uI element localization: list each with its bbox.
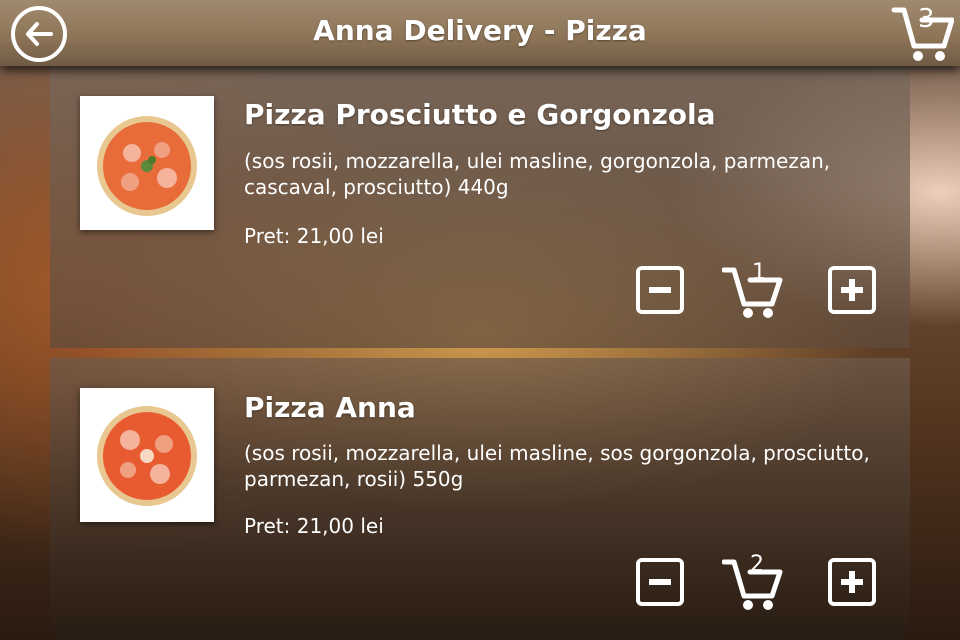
top-bar: Anna Delivery - Pizza 3 xyxy=(0,0,960,66)
plus-icon xyxy=(841,279,863,301)
product-description: (sos rosii, mozzarella, ulei masline, so… xyxy=(244,441,870,491)
product-image xyxy=(80,388,214,522)
item-quantity: 2 xyxy=(750,552,764,577)
decrease-quantity-button[interactable] xyxy=(636,266,684,314)
cart-count-badge: 3 xyxy=(918,4,935,34)
product-name: Pizza Anna xyxy=(244,391,416,424)
decrease-quantity-button[interactable] xyxy=(636,558,684,606)
product-name: Pizza Prosciutto e Gorgonzola xyxy=(244,98,716,131)
product-card: Pizza Prosciutto e Gorgonzola (sos rosii… xyxy=(50,62,910,348)
page-title: Anna Delivery - Pizza xyxy=(313,14,647,47)
product-description: (sos rosii, mozzarella, ulei masline, go… xyxy=(244,149,831,199)
product-image xyxy=(80,96,214,230)
increase-quantity-button[interactable] xyxy=(828,266,876,314)
product-price: Pret: 21,00 lei xyxy=(244,514,384,538)
plus-icon xyxy=(841,571,863,593)
minus-icon xyxy=(649,287,671,293)
item-quantity: 1 xyxy=(752,260,766,285)
product-card: Pizza Anna (sos rosii, mozzarella, ulei … xyxy=(50,358,910,640)
minus-icon xyxy=(649,579,671,585)
product-price: Pret: 21,00 lei xyxy=(244,224,384,248)
increase-quantity-button[interactable] xyxy=(828,558,876,606)
